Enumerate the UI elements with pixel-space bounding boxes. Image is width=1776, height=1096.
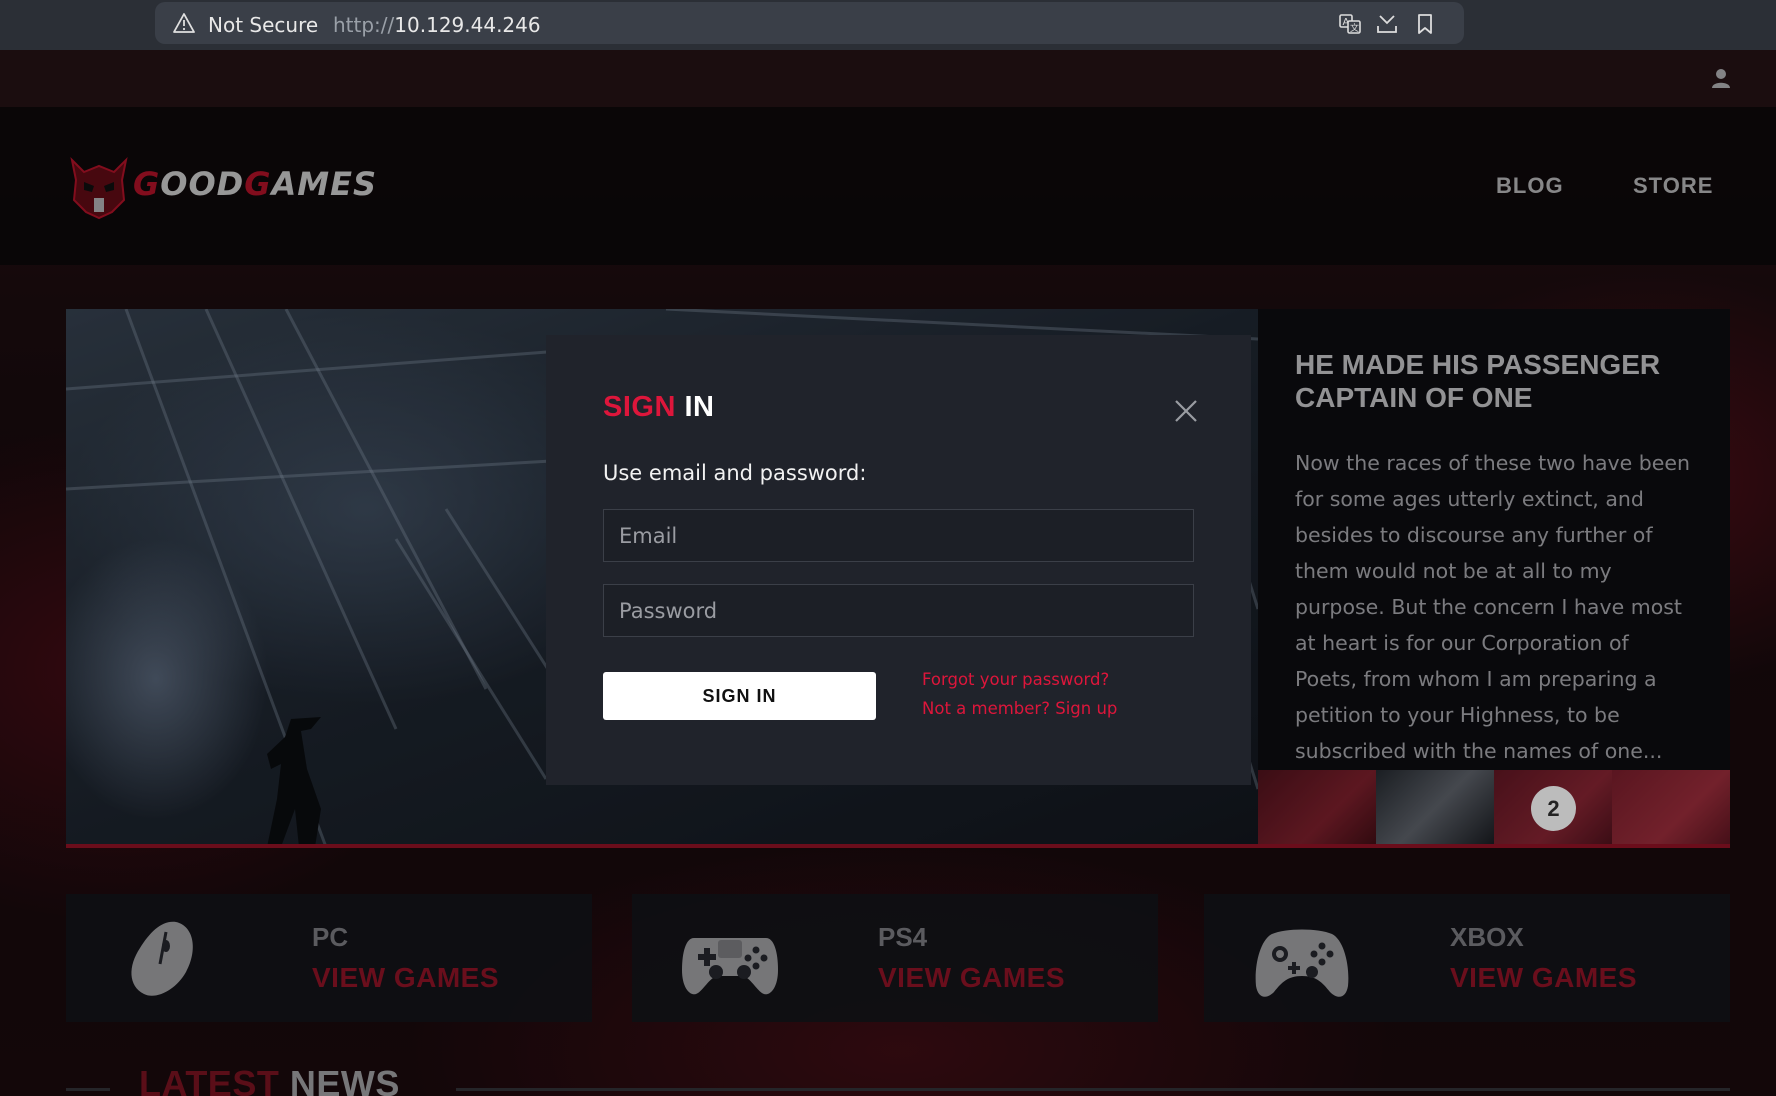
- modal-subtitle: Use email and password:: [603, 461, 867, 485]
- url-scheme: http://: [333, 13, 395, 37]
- modal-title: SIGN IN: [603, 391, 714, 424]
- browser-toolbar: Not Secure http://10.129.44.246 A 文: [0, 0, 1776, 50]
- security-label[interactable]: Not Secure: [208, 13, 318, 37]
- sign-in-button[interactable]: SIGN IN: [603, 672, 876, 720]
- address-bar[interactable]: Not Secure http://10.129.44.246 A 文: [155, 2, 1464, 44]
- warning-icon[interactable]: [173, 13, 195, 33]
- password-field[interactable]: [603, 584, 1194, 637]
- slide-number-badge[interactable]: 2: [1531, 786, 1576, 831]
- modal-title-part2: IN: [684, 391, 715, 423]
- close-icon[interactable]: [1173, 398, 1199, 424]
- bookmark-icon[interactable]: [1413, 12, 1437, 36]
- url-text[interactable]: http://10.129.44.246: [333, 13, 541, 37]
- modal-title-part1: SIGN: [603, 391, 676, 423]
- sign-in-modal: SIGN IN Use email and password: SIGN IN …: [546, 335, 1251, 785]
- translate-icon[interactable]: A 文: [1338, 12, 1362, 36]
- download-icon[interactable]: [1375, 12, 1399, 36]
- url-host: 10.129.44.246: [394, 13, 541, 37]
- sign-up-link[interactable]: Not a member? Sign up: [922, 699, 1117, 718]
- forgot-password-link[interactable]: Forgot your password?: [922, 670, 1109, 689]
- svg-text:文: 文: [1350, 22, 1359, 34]
- email-field[interactable]: [603, 509, 1194, 562]
